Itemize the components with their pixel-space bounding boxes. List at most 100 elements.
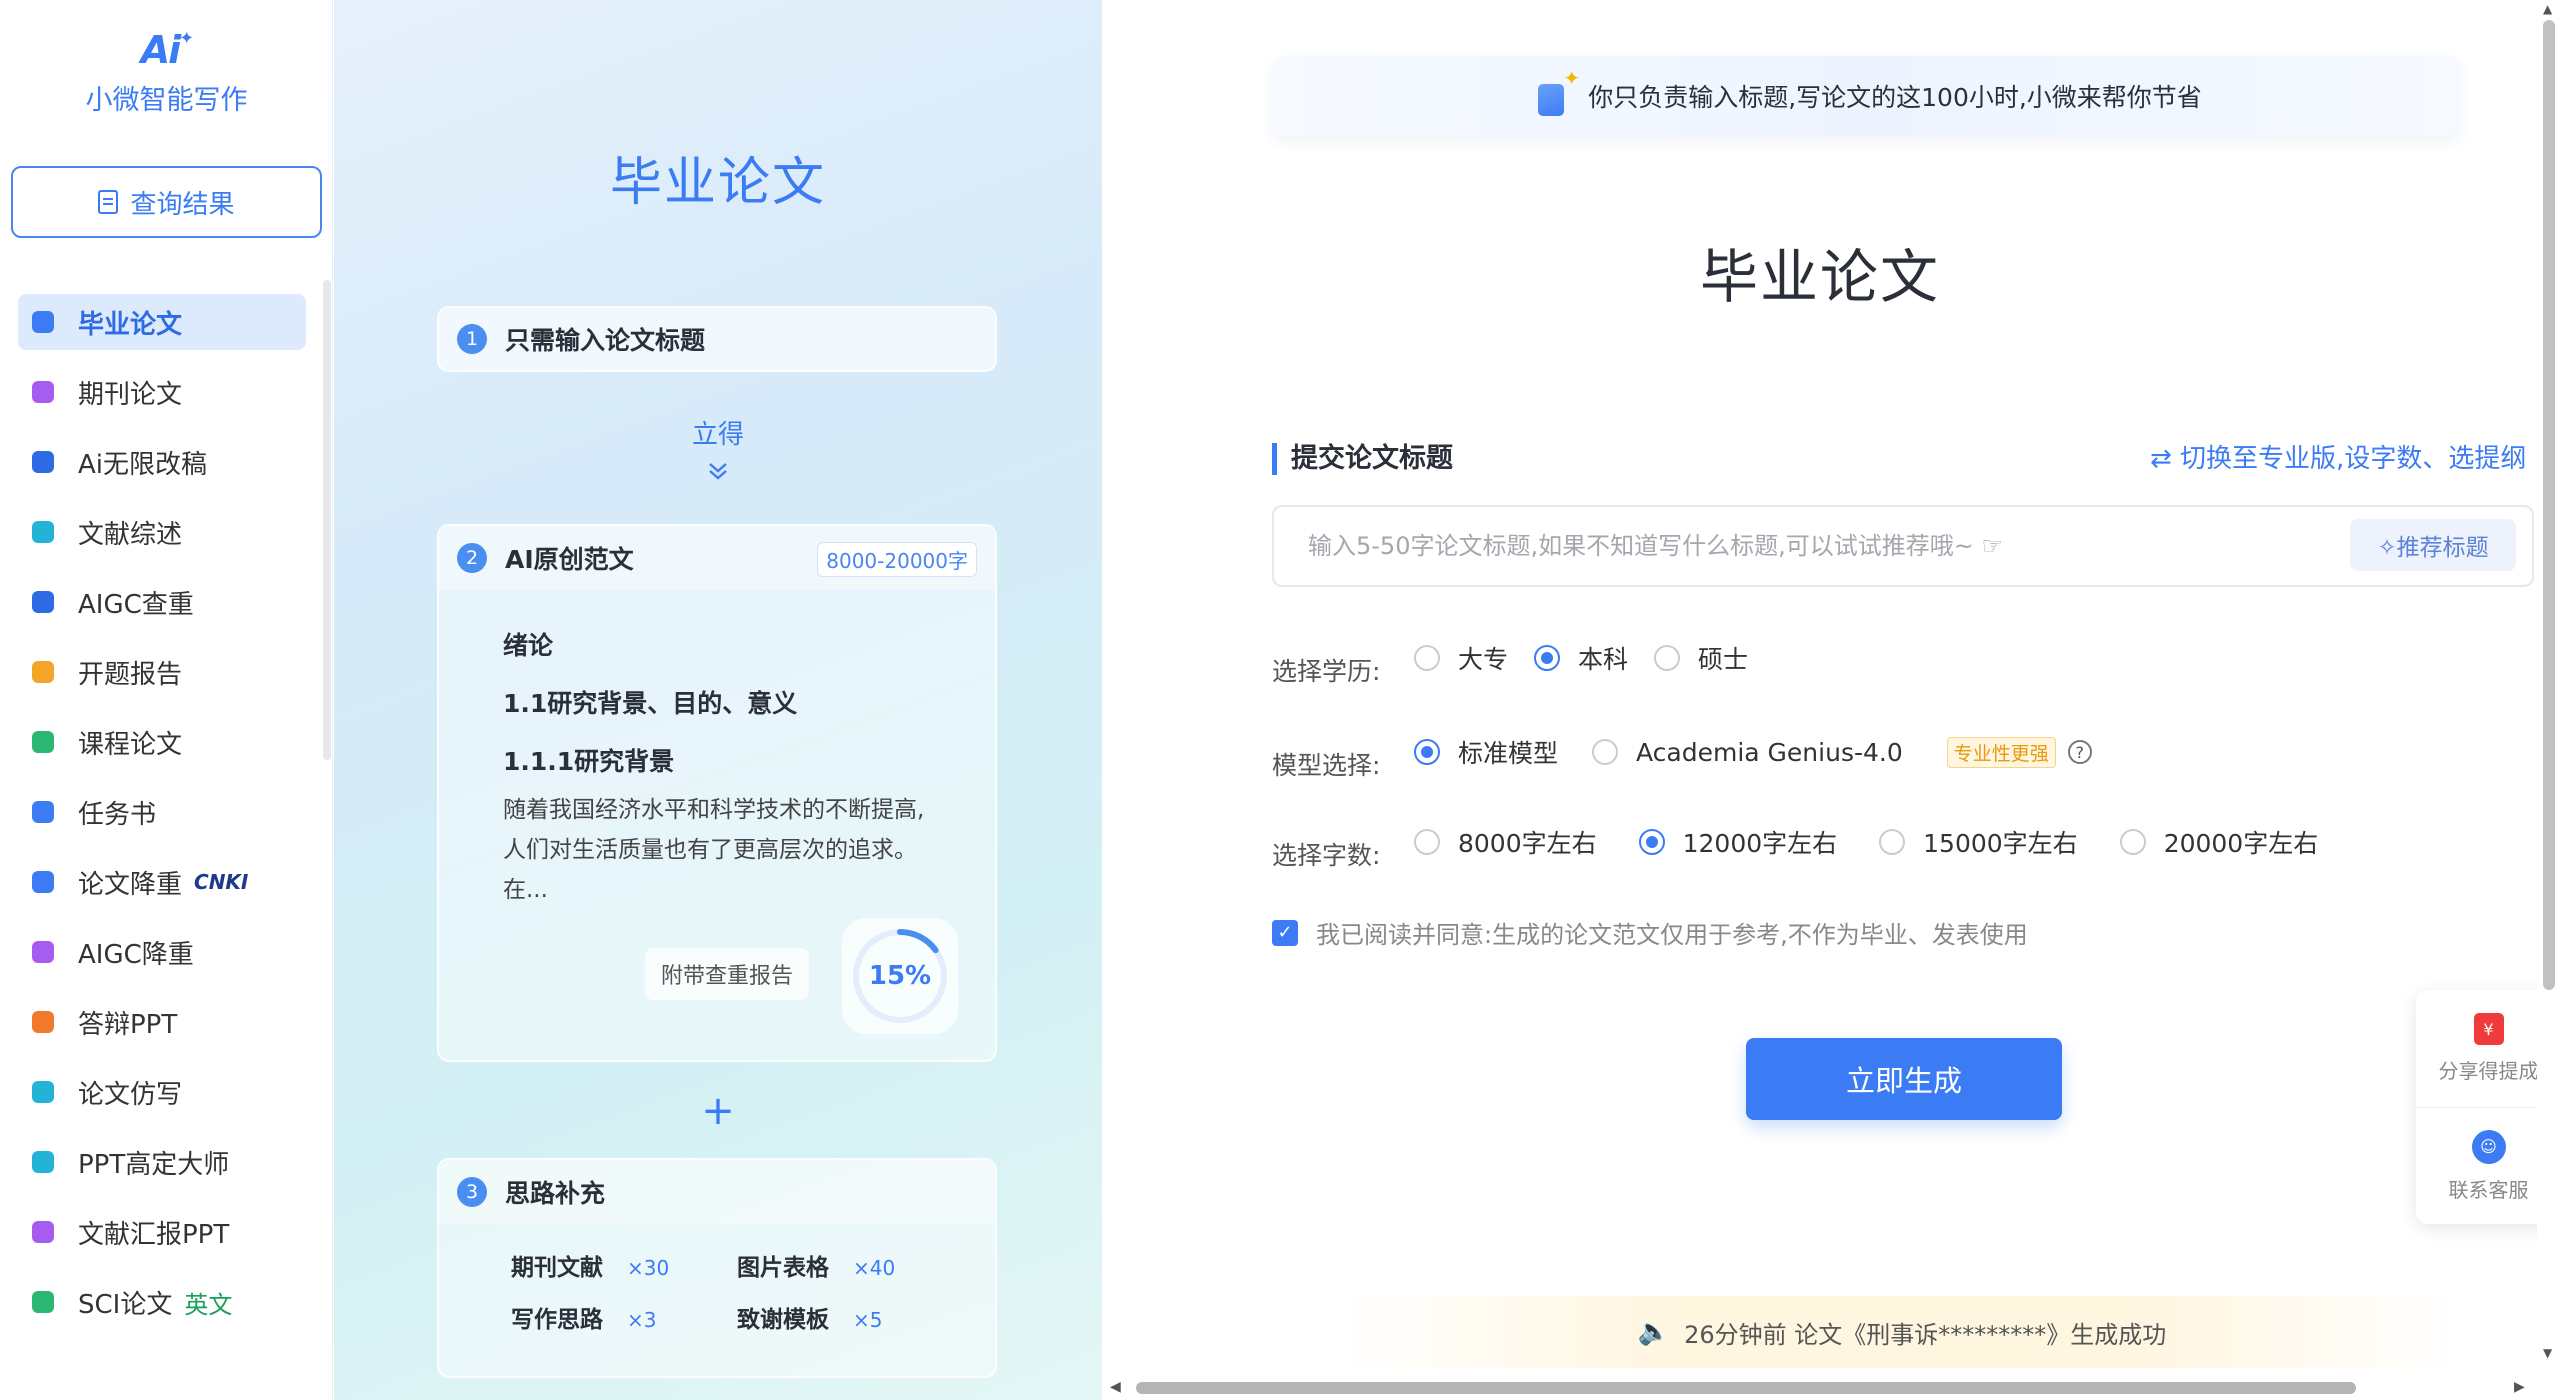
ppt-icon <box>32 1011 54 1033</box>
query-results-label: 查询结果 <box>130 189 235 220</box>
sidebar-item[interactable]: SCI论文 英文 <box>18 1274 306 1330</box>
sidebar-scrollbar[interactable] <box>323 280 331 760</box>
model-option[interactable]: Academia Genius-4.0 <box>1592 738 1903 767</box>
pen-icon <box>32 451 54 473</box>
agreement-row[interactable]: ✓ 我已阅读并同意:生成的论文范文仅用于参考,不作为毕业、发表使用 <box>1272 915 2028 950</box>
sidebar-item[interactable]: 开题报告 <box>18 644 306 700</box>
copy-icon <box>32 1081 54 1103</box>
step-title: 思路补充 <box>505 1179 606 1208</box>
vertical-scroll-thumb[interactable] <box>2543 20 2555 990</box>
scroll-down-icon[interactable]: ▼ <box>2543 1346 2552 1360</box>
option-label: 硕士 <box>1698 645 1749 674</box>
logo-mark: Ai✦ <box>140 28 195 72</box>
search-icon <box>32 591 54 613</box>
report-tag: 附带查重报告 <box>645 948 810 1000</box>
option-label: 15000字左右 <box>1923 829 2078 858</box>
horizontal-scroll-thumb[interactable] <box>1136 1382 2356 1394</box>
switch-pro-link[interactable]: ⇄ 切换至专业版,设字数、选提纲 <box>2150 443 2526 475</box>
radio-icon[interactable] <box>1638 829 1665 855</box>
radio-icon[interactable] <box>1414 645 1440 671</box>
sidebar-item-label: SCI论文 <box>78 1289 173 1320</box>
essay-heading: 1.1研究背景、目的、意义 <box>503 689 798 718</box>
essay-text: 人们对生活质量也有了更高层次的追求。 <box>503 837 917 863</box>
sidebar-item[interactable]: 任务书 <box>18 784 306 840</box>
speaker-icon: 🔈 <box>1637 1317 1671 1347</box>
sidebar-item-label: 论文降重 <box>78 869 183 900</box>
sidebar-item[interactable]: AIGC查重 <box>18 574 306 630</box>
scroll-left-icon[interactable]: ◀ <box>1110 1379 1121 1395</box>
sidebar-item-tag: 英文 <box>184 1290 233 1319</box>
scroll-up-icon[interactable]: ▲ <box>2543 2 2552 16</box>
ai-icon <box>32 941 54 963</box>
option-label: 标准模型 <box>1458 739 1559 768</box>
sidebar-item[interactable]: 答辩PPT <box>18 994 306 1050</box>
recommend-title-button[interactable]: ✧推荐标题 <box>2350 519 2516 571</box>
essay-heading: 绪论 <box>503 631 554 660</box>
model-option[interactable]: 标准模型 <box>1414 734 1558 770</box>
step-title: AI原创范文 <box>505 545 634 574</box>
thesis-title-input[interactable] <box>1272 505 2534 587</box>
sidebar-item[interactable]: 文献综述 <box>18 504 306 560</box>
education-option[interactable]: 硕士 <box>1654 640 1748 676</box>
radio-icon[interactable] <box>1592 739 1619 765</box>
agree-checkbox[interactable]: ✓ <box>1272 919 1298 946</box>
radio-icon[interactable] <box>1654 645 1681 671</box>
sample-essay: 绪论 1.1研究背景、目的、意义 1.1.1研究背景 随着我国经济水平和科学技术… <box>439 590 995 910</box>
radio-icon[interactable] <box>1534 645 1561 671</box>
words-option[interactable]: 8000字左右 <box>1414 824 1597 860</box>
generate-button[interactable]: 立即生成 <box>1746 1038 2062 1120</box>
double-chevron-down-icon <box>709 463 727 480</box>
help-icon[interactable]: ? <box>2067 740 2092 764</box>
sidebar-item[interactable]: PPT高定大师 <box>18 1134 306 1190</box>
education-option[interactable]: 本科 <box>1534 640 1628 676</box>
words-option[interactable]: 15000字左右 <box>1879 824 2078 860</box>
radio-icon[interactable] <box>1414 829 1440 855</box>
radio-icon[interactable] <box>2119 829 2146 855</box>
word-range-badge: 8000-20000字 <box>817 542 977 577</box>
extra-chip: 期刊文献 ×30 <box>511 1248 737 1282</box>
ppt-master-icon <box>32 1151 54 1173</box>
sidebar-item[interactable]: Ai无限改稿 <box>18 434 306 490</box>
sidebar-item[interactable]: 文献汇报PPT <box>18 1204 306 1260</box>
extras-grid: 期刊文献 ×30 图片表格 ×40 写作思路 ×3 致谢模板 ×5 <box>439 1224 995 1334</box>
plus-icon: + <box>701 1088 735 1134</box>
option-label: Academia Genius-4.0 <box>1636 737 1903 767</box>
chip-label: 写作思路 <box>511 1307 603 1333</box>
chip-count: ×30 <box>627 1256 670 1280</box>
sidebar-item[interactable]: 课程论文 <box>18 714 306 770</box>
sidebar-item-tag: CNKI <box>194 870 249 894</box>
horizontal-scrollbar[interactable]: ◀ ▶ <box>1102 1376 2537 1400</box>
education-option[interactable]: 大专 <box>1414 640 1508 676</box>
sidebar-item[interactable]: AIGC降重 <box>18 924 306 980</box>
education-row: 选择学历: 大专 本科 硕士 <box>1272 628 1774 688</box>
service-label: 联系客服 <box>2448 1177 2529 1202</box>
education-options: 大专 本科 硕士 <box>1414 640 1774 676</box>
sidebar-item[interactable]: 期刊论文 <box>18 364 306 420</box>
radio-icon[interactable] <box>1879 829 1906 855</box>
sidebar-item-label: AIGC降重 <box>78 939 194 970</box>
words-option[interactable]: 12000字左右 <box>1638 824 1837 860</box>
sidebar-item[interactable]: 毕业论文 <box>18 294 306 350</box>
sidebar-item[interactable]: 论文仿写 <box>18 1064 306 1120</box>
extra-chip: 写作思路 ×3 <box>511 1300 737 1334</box>
query-results-button[interactable]: 查询结果 <box>11 166 322 238</box>
graduation-cap-icon <box>32 311 54 333</box>
chip-count: ×3 <box>627 1308 657 1332</box>
sidebar-item-label: 文献综述 <box>78 519 183 550</box>
sidebar-item-label: 课程论文 <box>78 729 183 760</box>
activity-notice: 🔈 26分钟前 论文《刑事诉*********》生成成功 <box>1342 1296 2462 1368</box>
step-number: 1 <box>457 324 487 354</box>
vertical-scrollbar[interactable]: ▲ ▼ <box>2537 0 2561 1400</box>
sidebar-item[interactable]: 论文降重 CNKI <box>18 854 306 910</box>
ppt-report-icon <box>32 1221 54 1243</box>
document-sparkle-icon: ✦ <box>1530 66 1580 118</box>
radio-icon[interactable] <box>1414 739 1440 765</box>
words-option[interactable]: 20000字左右 <box>2119 824 2318 860</box>
journal-icon <box>32 381 54 403</box>
scroll-right-icon[interactable]: ▶ <box>2514 1379 2525 1395</box>
step-number: 2 <box>457 543 487 573</box>
chip-label: 致谢模板 <box>737 1307 829 1333</box>
extra-chip: 图片表格 ×40 <box>737 1248 937 1282</box>
sidebar: Ai✦ 小微智能写作 查询结果 毕业论文 期刊论文 Ai无限改稿 文献综述 AIGC查重… <box>0 0 333 1400</box>
step-card-3: 3 思路补充 期刊文献 ×30 图片表格 ×40 写作思路 ×3 致谢模板 ×5 <box>437 1158 997 1378</box>
